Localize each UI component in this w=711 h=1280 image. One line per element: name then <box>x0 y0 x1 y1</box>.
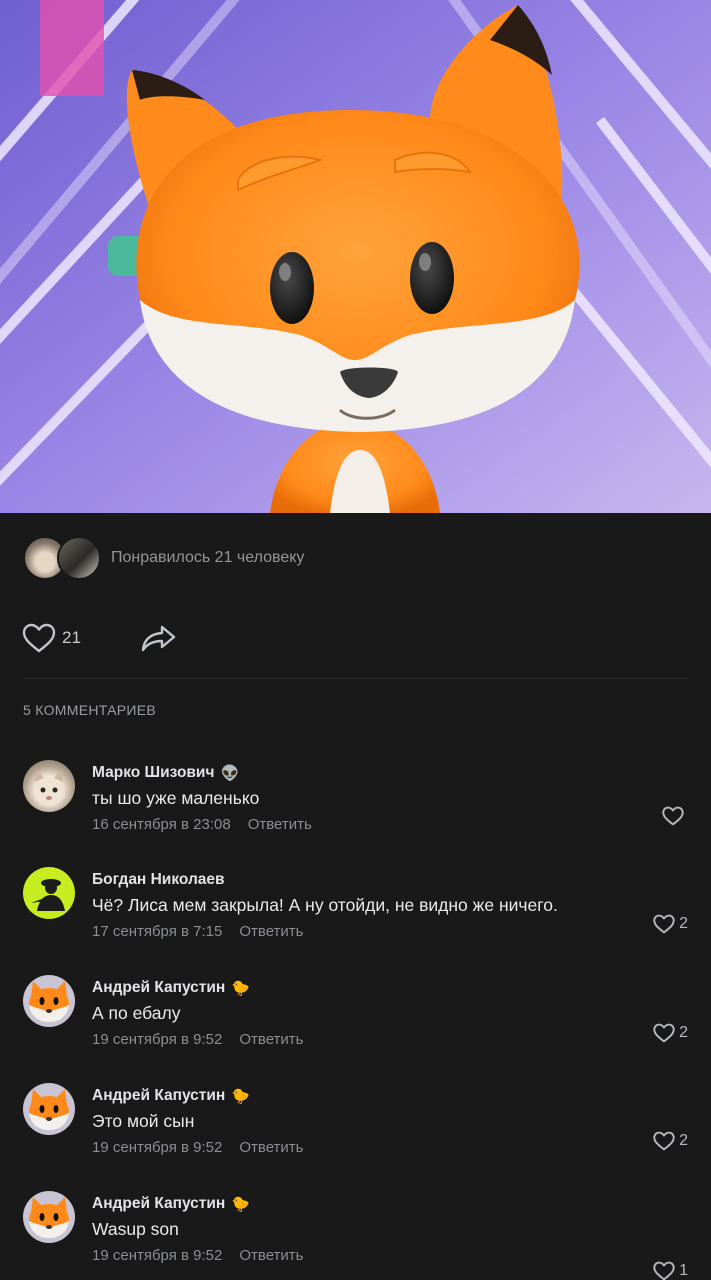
comments-count-header: 5 КОММЕНТАРИЕВ <box>23 702 157 718</box>
comment-date: 19 сентября в 9:52 <box>92 1139 223 1156</box>
comment-like-count: 2 <box>679 1024 688 1041</box>
liker-avatars <box>23 536 103 580</box>
chick-badge-icon: 🐤 <box>231 979 250 997</box>
comment-text: А по ебалу <box>92 1003 181 1023</box>
comment-like-count: 2 <box>679 1132 688 1149</box>
comment-author[interactable]: Андрей Капустин 🐤 <box>92 977 688 999</box>
alien-badge-icon: 👽 <box>220 764 240 782</box>
comment: Андрей Капустин 🐤 А по ебалу 19 сентября… <box>23 975 688 1071</box>
comment-like-button[interactable]: 2 <box>653 1131 688 1151</box>
reply-button[interactable]: Ответить <box>248 816 312 838</box>
comment-like-count: 1 <box>679 1262 688 1279</box>
comment-like-button[interactable]: 1 <box>653 1261 688 1280</box>
comment-author[interactable]: Андрей Капустин 🐤 <box>92 1085 688 1107</box>
avatar[interactable] <box>23 867 75 919</box>
reply-button[interactable]: Ответить <box>239 923 303 945</box>
post-image[interactable] <box>0 0 711 513</box>
comment: Марко Шизович 👽 ты шо уже маленько 16 се… <box>23 760 688 856</box>
comment: Богдан Николаев Чё? Лиса мем закрыла! А … <box>23 867 688 963</box>
avatar[interactable] <box>23 1191 75 1243</box>
heart-icon <box>22 623 56 653</box>
comment-like-button[interactable] <box>662 806 688 826</box>
post-actions: 21 <box>22 620 177 656</box>
comment-date: 19 сентября в 9:52 <box>92 1031 223 1048</box>
reply-button[interactable]: Ответить <box>239 1031 303 1053</box>
reply-button[interactable]: Ответить <box>239 1139 303 1161</box>
comment-text: ты шо уже маленько <box>92 788 260 808</box>
chick-badge-icon: 🐤 <box>231 1087 250 1105</box>
heart-icon <box>662 806 684 826</box>
cat-avatar-icon <box>34 770 64 805</box>
comment-author[interactable]: Богдан Николаев <box>92 869 688 891</box>
comment-like-count: 2 <box>679 915 688 932</box>
avatar[interactable] <box>23 975 75 1027</box>
heart-icon <box>653 1261 675 1280</box>
comment-date: 16 сентября в 23:08 <box>92 816 231 833</box>
comment-date: 17 сентября в 7:15 <box>92 923 223 940</box>
comment: Андрей Капустин 🐤 Это мой сын 19 сентябр… <box>23 1083 688 1179</box>
comment-author[interactable]: Андрей Капустин 🐤 <box>92 1193 688 1215</box>
comment: Андрей Капустин 🐤 Wasup son 19 сентября … <box>23 1191 688 1280</box>
fox-avatar-icon <box>29 1089 69 1130</box>
like-count: 21 <box>62 628 81 647</box>
share-arrow-icon <box>141 625 176 652</box>
fox-avatar-icon <box>29 981 69 1022</box>
like-button[interactable]: 21 <box>22 623 81 653</box>
share-button[interactable] <box>141 623 177 653</box>
heart-icon <box>653 1023 675 1043</box>
avatar[interactable] <box>23 1083 75 1135</box>
comment-text: Это мой сын <box>92 1111 195 1131</box>
avatar[interactable] <box>23 760 75 812</box>
fox-illustration <box>0 0 711 513</box>
reply-button[interactable]: Ответить <box>239 1247 303 1269</box>
comment-like-button[interactable]: 2 <box>653 1023 688 1043</box>
fox-avatar-icon <box>29 1197 69 1238</box>
heart-icon <box>653 914 675 934</box>
likes-summary-text: Понравилось 21 человеку <box>111 549 305 566</box>
heart-icon <box>653 1131 675 1151</box>
comment-text: Чё? Лиса мем закрыла! А ну отойди, не ви… <box>92 895 558 915</box>
comment-text: Wasup son <box>92 1219 179 1239</box>
divider <box>23 678 688 679</box>
chick-badge-icon: 🐤 <box>231 1195 250 1213</box>
avatar <box>57 536 101 580</box>
likes-summary[interactable]: Понравилось 21 человеку <box>23 536 304 580</box>
comment-date: 19 сентября в 9:52 <box>92 1247 223 1264</box>
silhouette-avatar-icon <box>31 879 65 911</box>
comment-author[interactable]: Марко Шизович 👽 <box>92 762 688 784</box>
comment-like-button[interactable]: 2 <box>653 914 688 934</box>
